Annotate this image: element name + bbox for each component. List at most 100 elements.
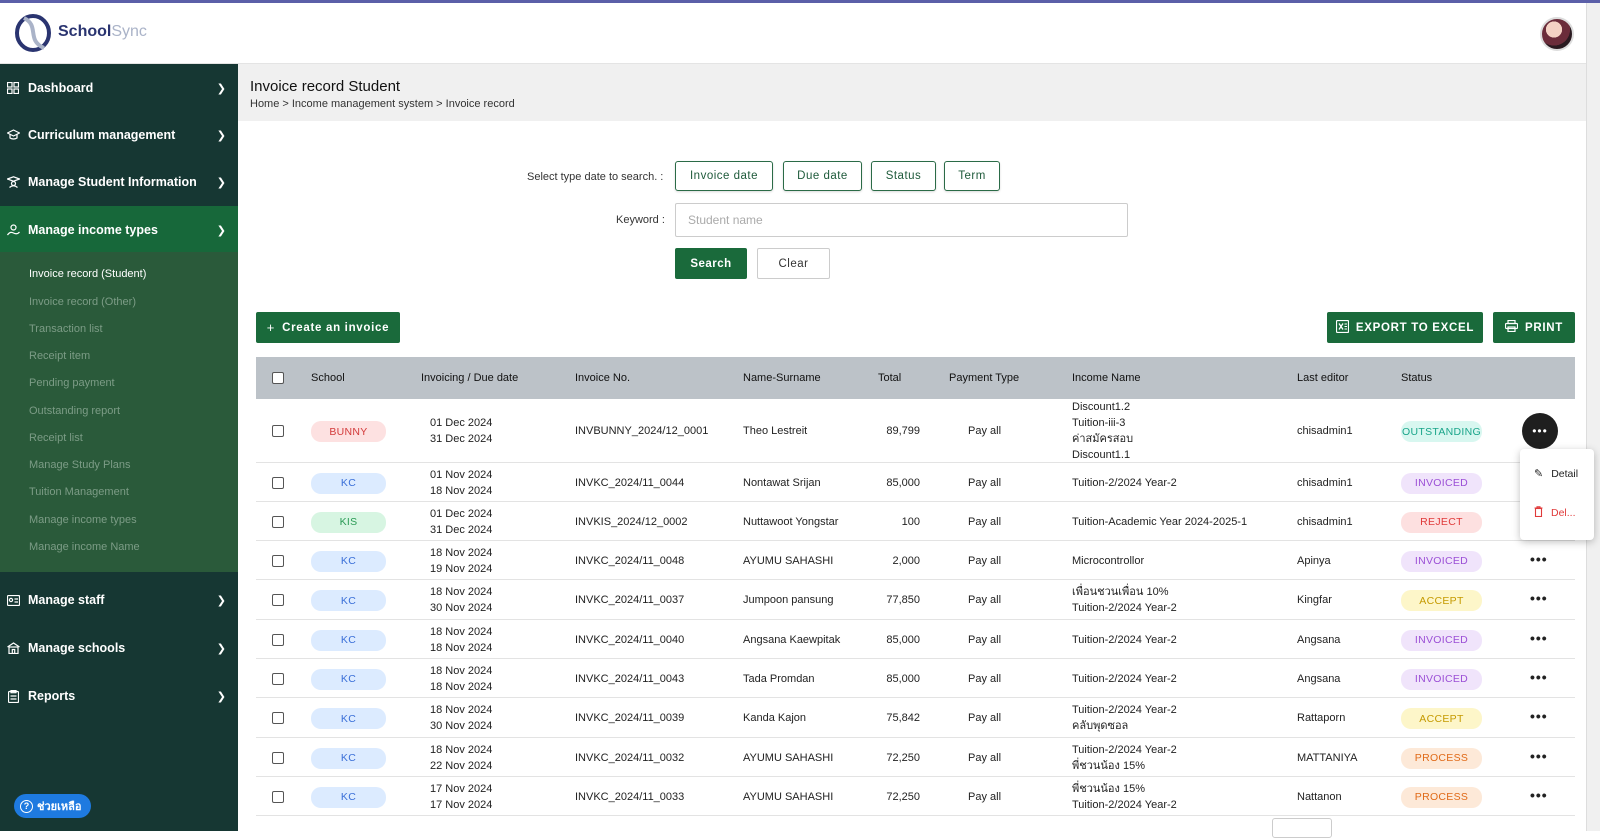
print-button[interactable]: PRINT	[1493, 312, 1575, 343]
status-badge: INVOICED	[1401, 550, 1482, 572]
table-row: KC 18 Nov 2024 22 Nov 2024 INVKC_2024/11_00…	[256, 738, 1575, 777]
invoice-number: INVKC_2024/11_0032	[575, 751, 685, 764]
submenu-item-income-name[interactable]: Manage income Name	[29, 541, 140, 553]
invoice-number: INVKC_2024/11_0043	[575, 672, 685, 685]
student-name: Jumpoon pansung	[743, 594, 834, 606]
column-header-invoice-no[interactable]: Invoice No.	[575, 372, 630, 384]
chevron-down-icon: ❯	[216, 224, 226, 237]
invoice-number: INVKC_2024/11_0037	[575, 594, 685, 606]
income-names: Microcontrollor	[1072, 553, 1144, 569]
column-header-total[interactable]: Total	[878, 372, 901, 384]
sidebar-item-schools[interactable]: Manage schools ❯	[0, 624, 238, 672]
column-header-payment-type[interactable]: Payment Type	[949, 372, 1019, 384]
invoice-date: 18 Nov 2024	[430, 704, 493, 716]
payment-type: Pay all	[968, 672, 1002, 685]
sidebar-item-reports[interactable]: Reports ❯	[0, 672, 238, 720]
delete-menu-item[interactable]: Del...	[1534, 506, 1576, 520]
due-date: 31 Dec 2024	[430, 433, 493, 445]
more-actions-button[interactable]: •••	[1530, 551, 1548, 567]
income-names: Discount1.2 Tuition-iii-3 ค่าสมัครสอบ Disco…	[1072, 399, 1133, 463]
submenu-item-receipt-item[interactable]: Receipt item	[29, 350, 90, 362]
term-filter-button[interactable]: Term	[944, 161, 1000, 191]
sidebar-item-label: Manage Student Information	[28, 175, 197, 189]
due-date-button[interactable]: Due date	[783, 161, 862, 191]
row-checkbox[interactable]	[272, 554, 284, 567]
column-header-status[interactable]: Status	[1401, 372, 1432, 384]
more-actions-button[interactable]: •••	[1522, 413, 1558, 449]
row-checkbox[interactable]	[272, 425, 284, 437]
sidebar-item-staff[interactable]: Manage staff ❯	[0, 576, 238, 624]
row-checkbox[interactable]	[272, 751, 284, 764]
submenu-item-tuition-management[interactable]: Tuition Management	[29, 486, 129, 498]
sidebar-item-dashboard[interactable]: Dashboard ❯	[0, 64, 238, 112]
app-logo[interactable]: SchoolSync	[14, 12, 147, 52]
status-badge: INVOICED	[1401, 472, 1482, 494]
row-checkbox[interactable]	[272, 633, 284, 646]
money-icon	[6, 223, 20, 237]
submenu-item-pending-payment[interactable]: Pending payment	[29, 377, 115, 389]
student-name: Angsana Kaewpitak	[743, 633, 841, 646]
submenu-item-invoice-other[interactable]: Invoice record (Other)	[29, 296, 136, 308]
sidebar-item-student-info[interactable]: Manage Student Information ❯	[0, 158, 238, 206]
invoice-dates: 01 Dec 2024 31 Dec 2024	[430, 506, 492, 538]
school-badge: KC	[311, 590, 386, 611]
sidebar-item-curriculum[interactable]: Curriculum management ❯	[0, 111, 238, 159]
submenu-item-outstanding-report[interactable]: Outstanding report	[29, 405, 120, 417]
submenu-item-study-plans[interactable]: Manage Study Plans	[29, 459, 131, 471]
column-header-school[interactable]: School	[311, 372, 345, 384]
column-header-name[interactable]: Name-Surname	[743, 372, 821, 384]
submenu-item-receipt-list[interactable]: Receipt list	[29, 432, 83, 444]
user-avatar[interactable]	[1540, 17, 1574, 51]
last-editor: Apinya	[1297, 554, 1331, 567]
submenu-item-transaction-list[interactable]: Transaction list	[29, 323, 103, 335]
last-editor: Angsana	[1297, 672, 1341, 685]
income-name: เพื่อนชวนเพื่อน 10%	[1072, 586, 1169, 598]
chevron-right-icon: ❯	[216, 129, 226, 142]
clear-button[interactable]: Clear	[757, 248, 830, 279]
page-scrollbar[interactable]	[1586, 3, 1600, 831]
due-date: 17 Nov 2024	[430, 798, 493, 811]
search-button[interactable]: Search	[675, 248, 747, 279]
invoice-date-button[interactable]: Invoice date	[675, 161, 773, 191]
more-actions-button[interactable]: •••	[1530, 669, 1548, 685]
sidebar-item-income-types[interactable]: Manage income types ❯	[0, 206, 238, 254]
status-filter-button[interactable]: Status	[871, 161, 936, 191]
create-invoice-button[interactable]: + Create an invoice	[256, 312, 400, 343]
detail-menu-item[interactable]: ✎ Detail	[1534, 467, 1578, 481]
chevron-right-icon: ❯	[216, 642, 226, 655]
row-checkbox[interactable]	[272, 594, 284, 606]
id-card-icon	[6, 593, 20, 607]
more-actions-button[interactable]: •••	[1530, 708, 1548, 724]
income-name: Tuition-2/2024 Year-2	[1072, 743, 1177, 756]
school-badge: KC	[311, 668, 386, 690]
invoice-dates: 01 Nov 2024 18 Nov 2024	[430, 467, 492, 499]
keyword-label: Keyword :	[616, 214, 665, 226]
row-checkbox[interactable]	[272, 515, 284, 528]
table-row: KIS 01 Dec 2024 31 Dec 2024 INVKIS_2024/12_…	[256, 502, 1575, 541]
school-badge: KC	[311, 550, 386, 572]
student-name: AYUMU SAHASHI	[743, 751, 834, 764]
more-actions-button[interactable]: •••	[1530, 590, 1548, 606]
row-checkbox[interactable]	[272, 790, 284, 803]
rows-per-page-select[interactable]	[1272, 818, 1332, 838]
keyword-input[interactable]	[675, 203, 1128, 237]
row-checkbox[interactable]	[272, 476, 284, 489]
select-all-checkbox[interactable]	[272, 372, 284, 384]
invoice-date: 18 Nov 2024	[430, 743, 493, 756]
submenu-item-invoice-student[interactable]: Invoice record (Student)	[29, 268, 146, 280]
more-actions-button[interactable]: •••	[1530, 787, 1548, 803]
row-checkbox[interactable]	[272, 712, 284, 724]
more-actions-button[interactable]: •••	[1530, 630, 1548, 646]
submenu-item-income-types[interactable]: Manage income types	[29, 514, 137, 526]
export-excel-button[interactable]: EXPORT TO EXCEL	[1327, 312, 1483, 343]
total-amount: 72,250	[886, 751, 920, 764]
more-actions-button[interactable]: •••	[1530, 748, 1548, 764]
last-editor: Angsana	[1297, 633, 1341, 646]
column-header-date[interactable]: Invoicing / Due date	[421, 372, 518, 384]
payment-type: Pay all	[968, 425, 1002, 437]
help-button[interactable]: ? ช่วยเหลือ	[14, 794, 92, 818]
column-header-last-editor[interactable]: Last editor	[1297, 372, 1348, 384]
payment-type: Pay all	[968, 594, 1002, 606]
column-header-income-name[interactable]: Income Name	[1072, 372, 1140, 384]
row-checkbox[interactable]	[272, 672, 284, 685]
